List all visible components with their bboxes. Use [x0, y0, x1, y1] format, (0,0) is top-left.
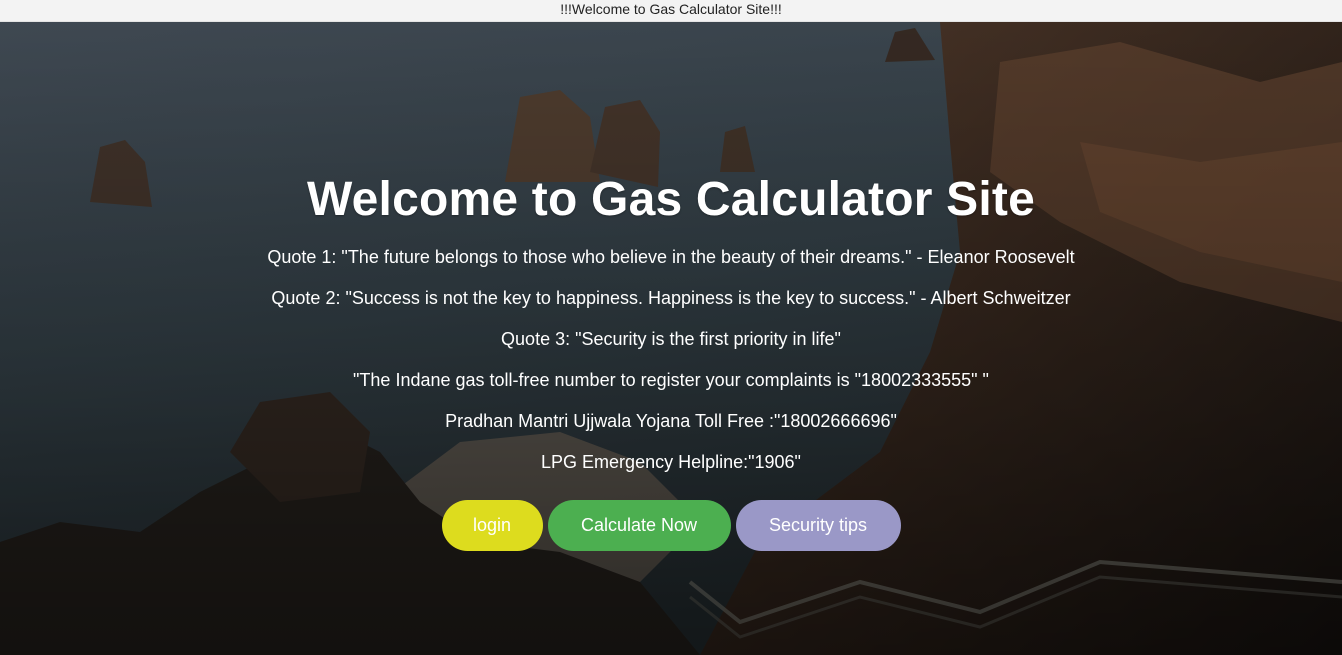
lpg-emergency-helpline-text: LPG Emergency Helpline:"1906": [541, 452, 801, 472]
marquee-text: !!!Welcome to Gas Calculator Site!!!: [560, 1, 782, 17]
login-button[interactable]: login: [441, 500, 543, 551]
quote-2: Quote 2: "Success is not the key to happ…: [271, 288, 1071, 308]
page-title: Welcome to Gas Calculator Site: [307, 173, 1035, 226]
ujjwala-toll-free-text: Pradhan Mantri Ujjwala Yojana Toll Free …: [445, 411, 897, 431]
indane-toll-free-text: "The Indane gas toll-free number to regi…: [353, 370, 989, 390]
calculate-now-button[interactable]: Calculate Now: [547, 500, 731, 551]
action-buttons: login Calculate Now Security tips: [0, 500, 1342, 551]
hero-content: Welcome to Gas Calculator Site Quote 1: …: [0, 22, 1342, 655]
marquee-banner: !!!Welcome to Gas Calculator Site!!!: [0, 0, 1342, 22]
quote-3: Quote 3: "Security is the first priority…: [501, 329, 841, 349]
quote-1: Quote 1: "The future belongs to those wh…: [267, 247, 1075, 267]
hero-section: Welcome to Gas Calculator Site Quote 1: …: [0, 22, 1342, 655]
security-tips-button[interactable]: Security tips: [735, 500, 901, 551]
